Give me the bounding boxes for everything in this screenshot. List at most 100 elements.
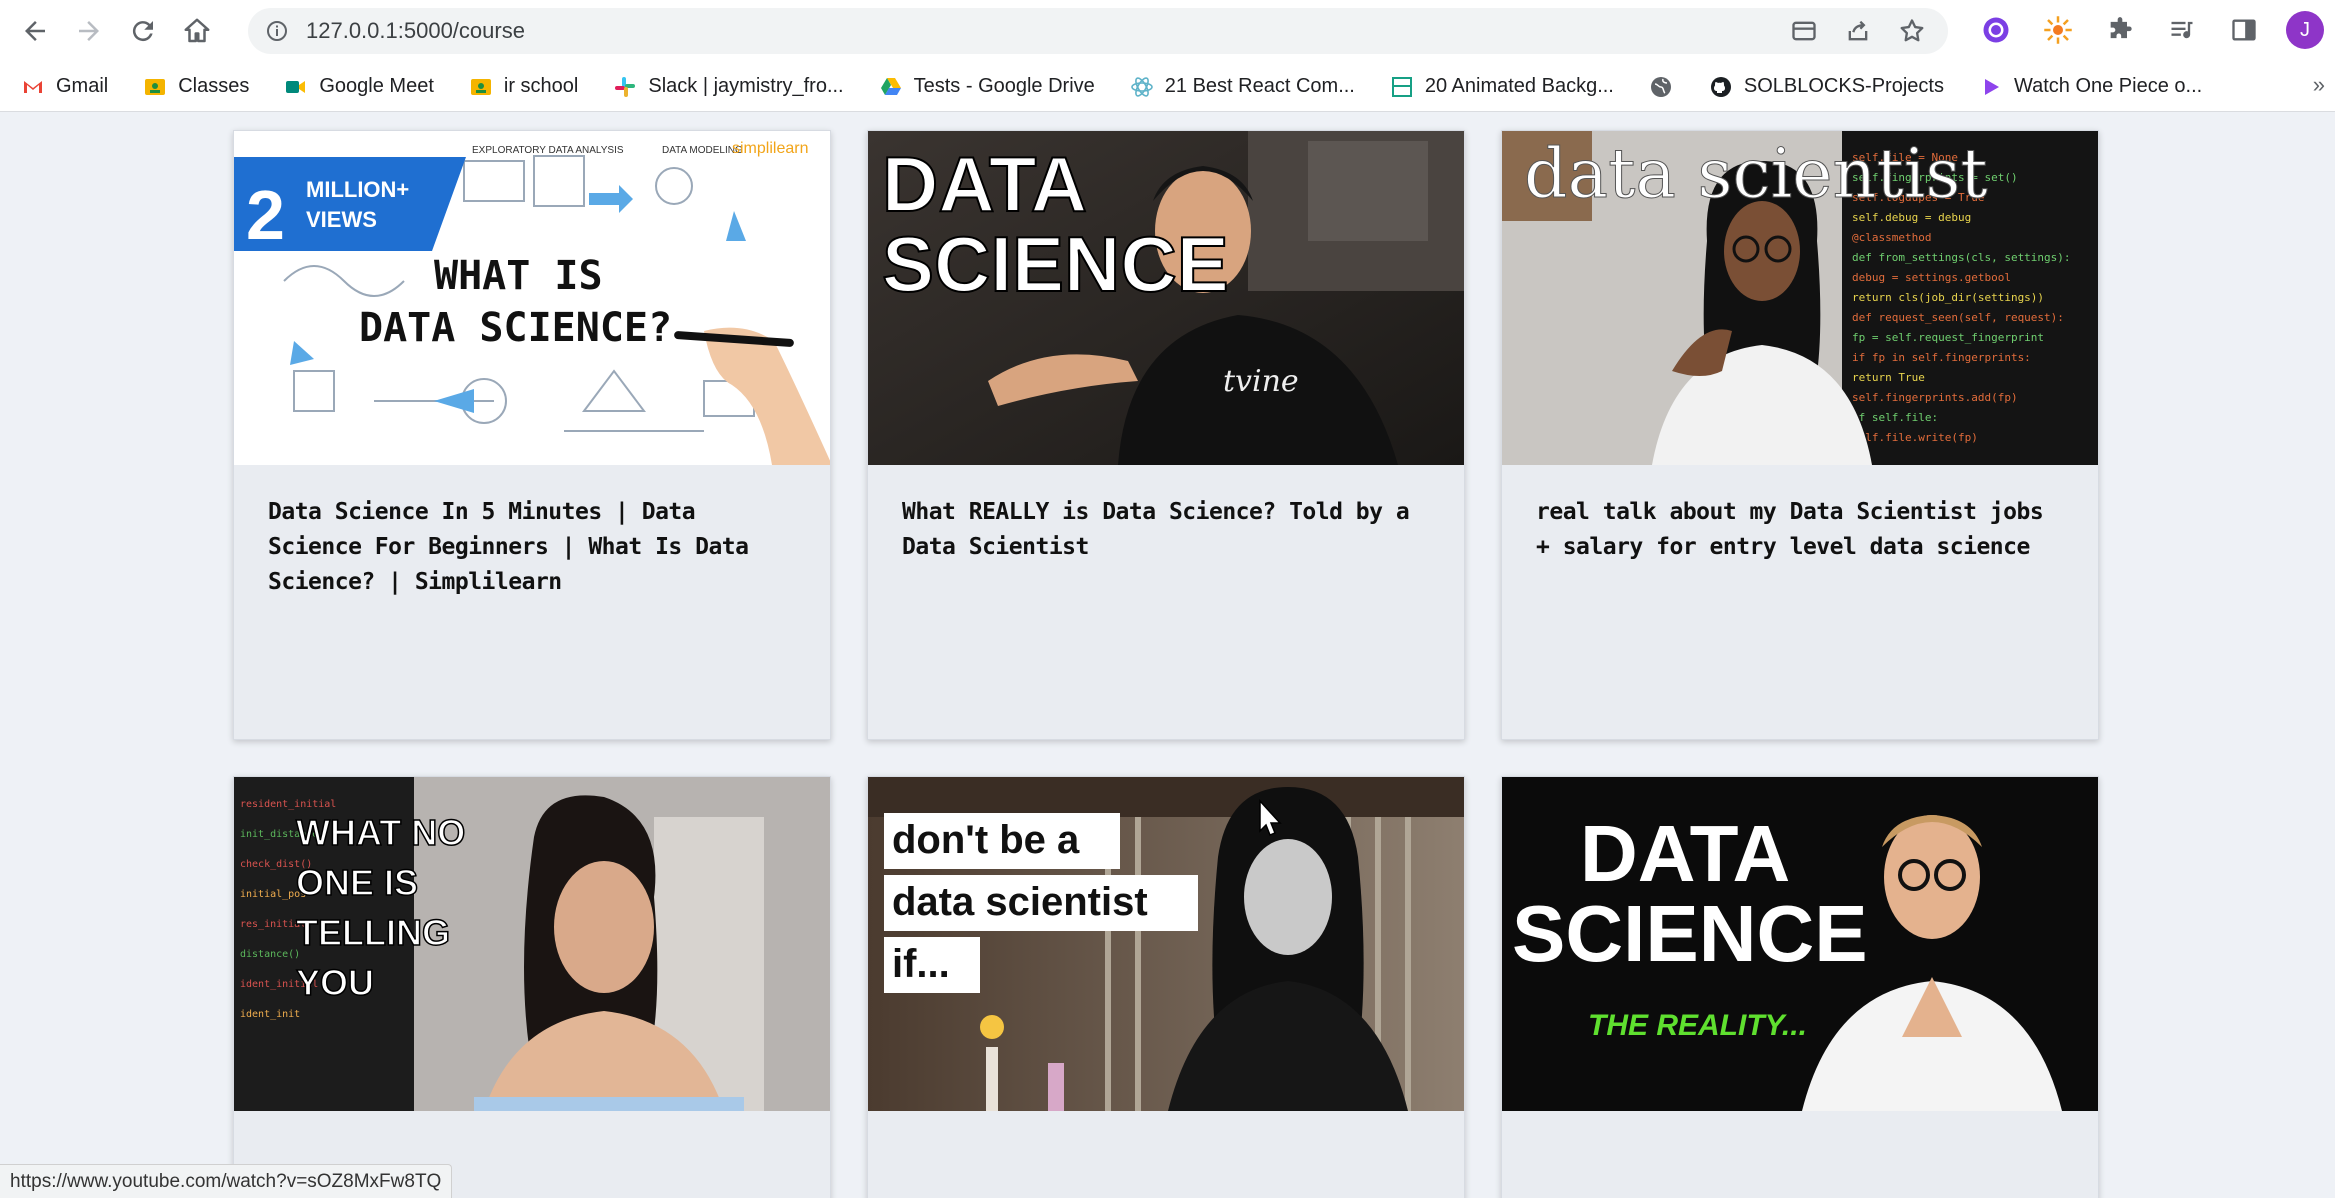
- thumb-headline-1: DATA: [882, 140, 1087, 228]
- bookmark-label: 21 Best React Com...: [1164, 75, 1355, 97]
- bookmark-label: Classes: [178, 75, 250, 97]
- profile-avatar[interactable]: J: [2286, 11, 2324, 49]
- course-card[interactable]: self.file = None self.fingerprints = set(…: [1501, 130, 2099, 740]
- meet-icon: [283, 74, 309, 100]
- thumb-headline-2: SCIENCE: [1512, 889, 1868, 978]
- course-title[interactable]: [1502, 1111, 2098, 1141]
- status-bar-url: https://www.youtube.com/watch?v=sOZ8MxFw…: [0, 1164, 453, 1198]
- svg-text:self.fingerprints.add(fp): self.fingerprints.add(fp): [1852, 391, 2018, 404]
- bookmark-item[interactable]: Slack | jaymistry_fro...: [612, 74, 844, 100]
- course-title[interactable]: [868, 1111, 1464, 1141]
- thumb-badge-text-2: VIEWS: [306, 207, 377, 232]
- thumb-label-eda: EXPLORATORY DATA ANALYSIS: [472, 145, 624, 156]
- thumb-line-2: ONE IS: [296, 862, 418, 903]
- svg-text:debug = settings.getbool: debug = settings.getbool: [1852, 271, 2011, 284]
- svg-text:self.file.write(fp): self.file.write(fp): [1852, 431, 1978, 444]
- bookmark-item[interactable]: SOLBLOCKS-Projects: [1708, 74, 1944, 100]
- bookmark-item[interactable]: Tests - Google Drive: [878, 74, 1095, 100]
- thumb-line-1: WHAT NO: [296, 812, 465, 853]
- reload-button[interactable]: [116, 4, 170, 58]
- bookmark-label: Watch One Piece o...: [2013, 75, 2203, 97]
- site-info-icon[interactable]: [264, 18, 290, 44]
- bookmark-label: ir school: [503, 75, 579, 97]
- play-icon: [1978, 74, 2004, 100]
- course-card[interactable]: tvine DATA SCIENCE What REALLY is Data S…: [867, 130, 1465, 740]
- thumb-headline-1: DATA: [1580, 809, 1790, 898]
- course-card[interactable]: DATA SCIENCE THE REALITY...: [1501, 776, 2099, 1198]
- course-thumbnail[interactable]: don't be a data scientist if...: [868, 777, 1464, 1111]
- course-thumbnail[interactable]: self.file = None self.fingerprints = set(…: [1502, 131, 2098, 465]
- classroom-icon: [142, 74, 168, 100]
- bookmark-star-icon[interactable]: [1898, 17, 1926, 45]
- reload-icon: [132, 21, 153, 42]
- svg-text:return True: return True: [1852, 371, 1925, 384]
- course-thumbnail[interactable]: 2 MILLION+ VIEWS EXPLORATORY DATA ANALYS…: [234, 131, 830, 465]
- svg-text:distance(): distance(): [240, 949, 300, 960]
- course-card[interactable]: 2 MILLION+ VIEWS EXPLORATORY DATA ANALYS…: [233, 130, 831, 740]
- svg-text:@classmethod: @classmethod: [1852, 231, 1931, 244]
- thumb-badge-text-1: MILLION+: [306, 177, 409, 202]
- bookmark-item[interactable]: Watch One Piece o...: [1978, 74, 2202, 100]
- svg-text:if fp in self.fingerprints:: if fp in self.fingerprints:: [1852, 351, 2031, 364]
- home-button[interactable]: [170, 4, 224, 58]
- course-card[interactable]: resident_initial init_distance check_dist…: [233, 776, 831, 1198]
- thumb-headline: data scientist: [1524, 135, 1988, 214]
- bookmark-item[interactable]: 21 Best React Com...: [1129, 74, 1355, 100]
- thumb-shirt-text: tvine: [1223, 364, 1299, 399]
- address-bar[interactable]: 127.0.0.1:5000/course: [248, 8, 1948, 54]
- svg-text:if self.file:: if self.file:: [1852, 411, 1938, 424]
- home-icon: [184, 18, 210, 43]
- thumb-line-3: if...: [892, 942, 950, 986]
- course-title[interactable]: What REALLY is Data Science? Told by a D…: [868, 465, 1464, 565]
- bookmarks-bar: Gmail Classes Google Meet ir school Slack | …: [0, 62, 2335, 112]
- drive-icon: [878, 74, 904, 100]
- bookmark-label: Google Meet: [319, 75, 434, 97]
- thumb-line-4: YOU: [296, 962, 374, 1003]
- globe-icon: [1648, 74, 1674, 100]
- thumb-subtitle: THE REALITY...: [1588, 1009, 1807, 1042]
- svg-text:fp = self.request_fingerprint: fp = self.request_fingerprint: [1852, 331, 2044, 344]
- gmail-icon: [20, 74, 46, 100]
- bookmark-item[interactable]: ir school: [468, 74, 578, 100]
- course-title[interactable]: real talk about my Data Scientist jobs +…: [1502, 465, 2098, 565]
- extension-sun-icon[interactable]: [2038, 10, 2078, 50]
- course-thumbnail[interactable]: DATA SCIENCE THE REALITY...: [1502, 777, 2098, 1111]
- media-playlist-icon[interactable]: [2162, 10, 2202, 50]
- svg-text:return cls(job_dir(settings)): return cls(job_dir(settings)): [1852, 291, 2044, 304]
- course-title[interactable]: Data Science In 5 Minutes | Data Science…: [234, 465, 830, 600]
- slack-icon: [612, 74, 638, 100]
- bookmark-item[interactable]: Google Meet: [283, 74, 434, 100]
- bookmark-item[interactable]: Gmail: [20, 74, 108, 100]
- extensions-puzzle-icon[interactable]: [2100, 10, 2140, 50]
- course-title[interactable]: [234, 1111, 830, 1141]
- arrow-right-icon: [79, 21, 99, 41]
- bookmark-label: Slack | jaymistry_fro...: [648, 75, 844, 97]
- bookmark-item[interactable]: Classes: [142, 74, 249, 100]
- share-icon[interactable]: [1844, 17, 1872, 45]
- thumb-headline-2: SCIENCE: [882, 220, 1229, 308]
- bookmark-item[interactable]: [1648, 74, 1674, 100]
- forward-button[interactable]: [62, 4, 116, 58]
- extensions-area: J: [1976, 10, 2335, 50]
- react-icon: [1129, 74, 1155, 100]
- svg-text:def from_settings(cls, setting: def from_settings(cls, settings):: [1852, 251, 2071, 264]
- back-button[interactable]: [8, 4, 62, 58]
- bookmarks-overflow-button[interactable]: »: [2313, 72, 2325, 98]
- side-panel-icon[interactable]: [2224, 10, 2264, 50]
- thumb-badge-number: 2: [246, 176, 285, 254]
- thumb-label-modeling: DATA MODELING: [662, 145, 743, 156]
- url-text[interactable]: 127.0.0.1:5000/course: [306, 18, 525, 44]
- classroom-icon: [468, 74, 494, 100]
- extension-circle-icon[interactable]: [1976, 10, 2016, 50]
- course-thumbnail[interactable]: tvine DATA SCIENCE: [868, 131, 1464, 465]
- course-thumbnail[interactable]: resident_initial init_distance check_dist…: [234, 777, 830, 1111]
- bookmark-label: Tests - Google Drive: [913, 75, 1095, 97]
- bookmark-label: Gmail: [56, 75, 109, 97]
- thumb-brand: simplilearn: [732, 140, 808, 157]
- course-card[interactable]: don't be a data scientist if...: [867, 776, 1465, 1198]
- github-icon: [1708, 74, 1734, 100]
- thumb-headline-1: WHAT IS: [434, 253, 603, 299]
- tab-search-icon[interactable]: [1790, 17, 1818, 45]
- arrow-left-icon: [25, 21, 45, 41]
- bookmark-item[interactable]: 20 Animated Backg...: [1389, 74, 1614, 100]
